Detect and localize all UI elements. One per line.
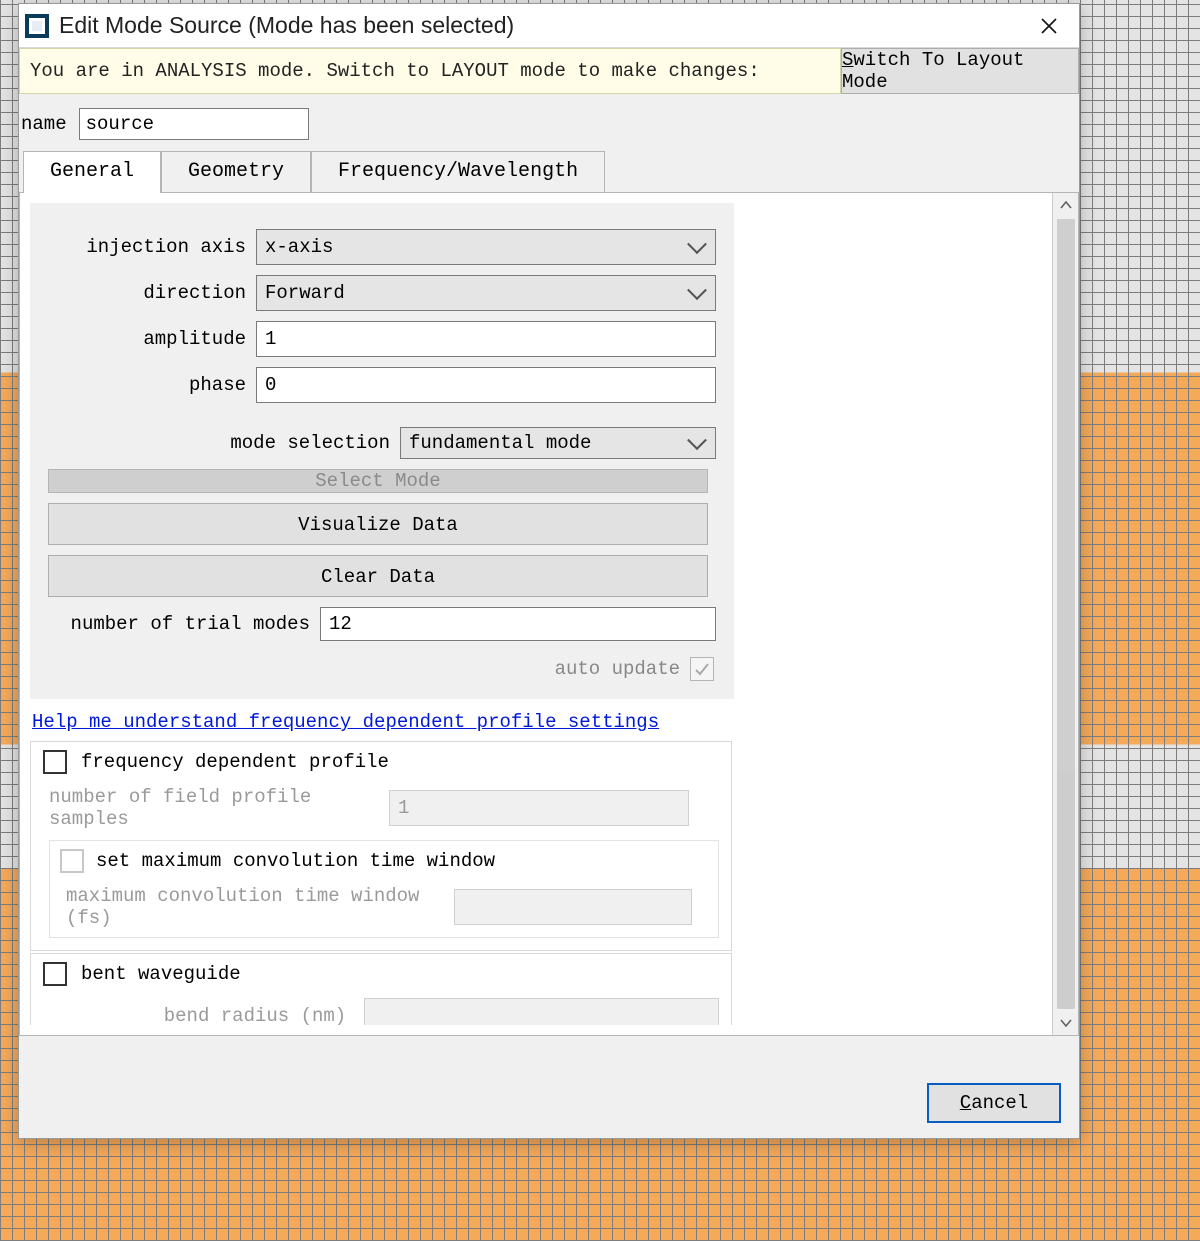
injection-axis-label: injection axis (48, 236, 256, 258)
mode-selection-label: mode selection (48, 432, 400, 454)
direction-select[interactable]: Forward (256, 275, 716, 311)
injection-axis-select[interactable]: x-axis (256, 229, 716, 265)
tab-content: injection axis x-axis direction Forward (30, 203, 1048, 1025)
direction-label: direction (48, 282, 256, 304)
phase-input[interactable] (256, 367, 716, 403)
tab-bar: General Geometry Frequency/Wavelength (19, 150, 1079, 192)
name-row: name (19, 94, 1079, 150)
edit-mode-source-dialog: Edit Mode Source (Mode has been selected… (18, 3, 1080, 1139)
field-profile-samples-input (389, 790, 689, 826)
titlebar: Edit Mode Source (Mode has been selected… (19, 4, 1079, 48)
switch-to-layout-button[interactable]: Switch To Layout Mode (841, 48, 1079, 94)
visualize-data-button[interactable]: Visualize Data (48, 503, 708, 545)
frequency-dependent-profile-group: frequency dependent profile number of fi… (30, 741, 732, 951)
dialog-footer: Cancel (19, 1068, 1079, 1138)
bent-waveguide-group: bent waveguide bend radius (nm) bend ori… (30, 953, 732, 1025)
app-icon (25, 14, 49, 38)
bend-radius-label: bend radius (nm) (49, 1005, 356, 1025)
tab-frequency-wavelength[interactable]: Frequency/Wavelength (311, 151, 605, 193)
trial-modes-input[interactable] (320, 607, 716, 641)
field-profile-samples-label: number of field profile samples (49, 786, 381, 830)
frequency-dependent-profile-checkbox[interactable] (43, 750, 67, 774)
name-input[interactable] (79, 108, 309, 140)
auto-update-checkbox (690, 657, 714, 681)
mode-selection-select[interactable]: fundamental mode (400, 427, 716, 459)
source-settings-group: injection axis x-axis direction Forward (30, 203, 734, 699)
vertical-scrollbar[interactable] (1052, 193, 1078, 1035)
help-link[interactable]: Help me understand frequency dependent p… (32, 711, 659, 733)
cancel-button[interactable]: Cancel (927, 1083, 1061, 1123)
window-title: Edit Mode Source (Mode has been selected… (59, 12, 1027, 39)
scroll-thumb[interactable] (1057, 219, 1075, 1009)
max-convolution-window-label: maximum convolution time window (fs) (66, 885, 446, 929)
bent-waveguide-label: bent waveguide (81, 963, 241, 985)
trial-modes-label: number of trial modes (48, 613, 320, 635)
bent-waveguide-checkbox[interactable] (43, 962, 67, 986)
bend-radius-input (364, 998, 719, 1025)
banner-message: You are in ANALYSIS mode. Switch to LAYO… (19, 48, 841, 94)
tab-page-general: injection axis x-axis direction Forward (19, 192, 1079, 1036)
analysis-mode-banner: You are in ANALYSIS mode. Switch to LAYO… (19, 48, 1079, 94)
tab-general[interactable]: General (23, 151, 161, 193)
amplitude-input[interactable] (256, 321, 716, 357)
phase-label: phase (48, 374, 256, 396)
scroll-down-icon[interactable] (1053, 1011, 1079, 1035)
clear-data-button[interactable]: Clear Data (48, 555, 708, 597)
frequency-dependent-profile-label: frequency dependent profile (81, 751, 389, 773)
auto-update-label: auto update (555, 658, 680, 680)
tab-geometry[interactable]: Geometry (161, 151, 311, 193)
set-max-convolution-window-label: set maximum convolution time window (96, 850, 495, 872)
name-label: name (21, 113, 67, 135)
set-max-convolution-window-checkbox (60, 849, 84, 873)
scroll-up-icon[interactable] (1053, 193, 1079, 217)
max-convolution-window-group: set maximum convolution time window maxi… (49, 840, 719, 938)
amplitude-label: amplitude (48, 328, 256, 350)
close-icon[interactable] (1027, 10, 1071, 42)
max-convolution-window-input (454, 889, 692, 925)
select-mode-button: Select Mode (48, 469, 708, 493)
